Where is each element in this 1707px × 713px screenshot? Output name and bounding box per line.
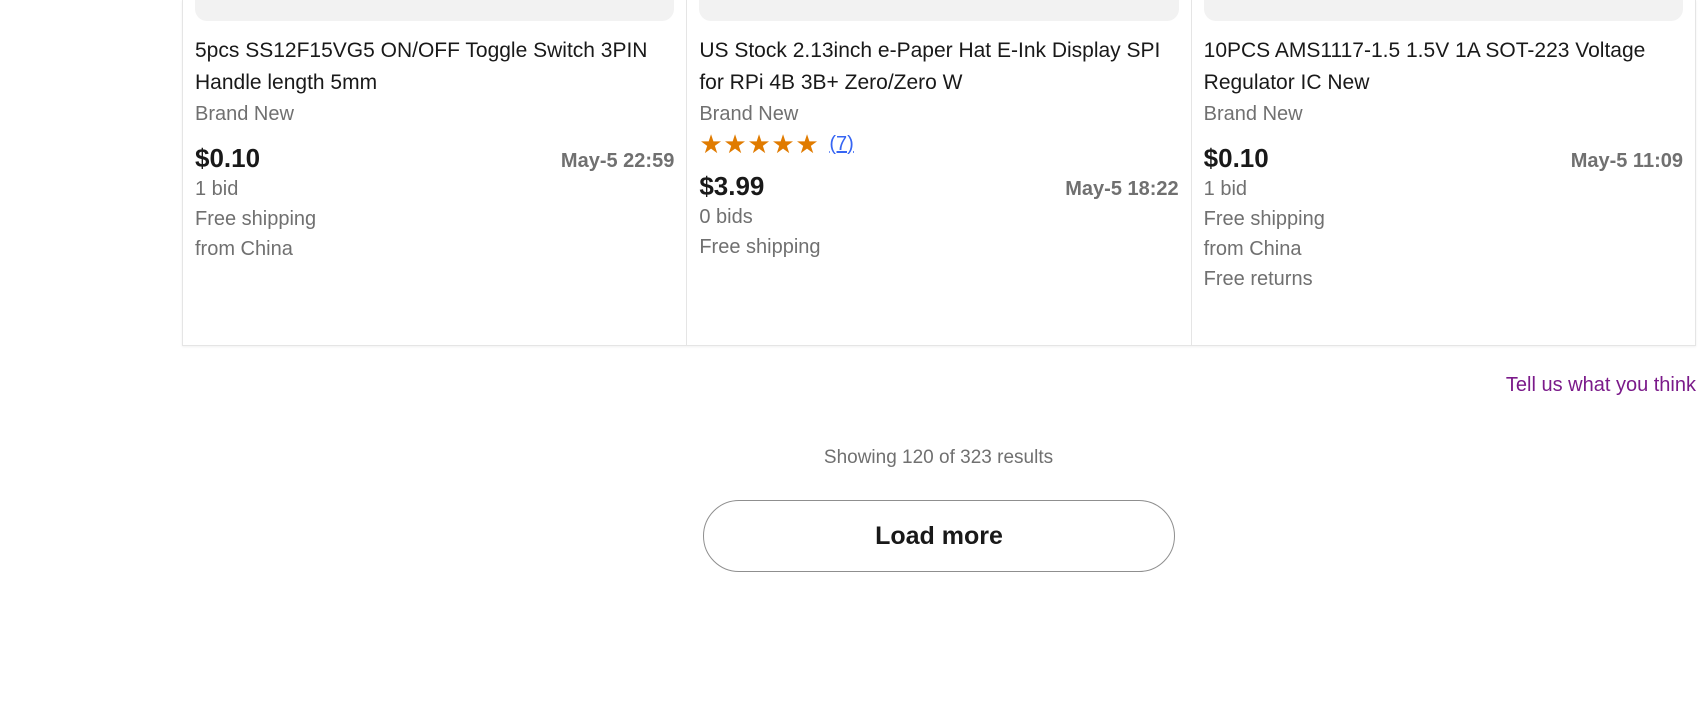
- star-icon: ★: [771, 129, 795, 159]
- listing-bids: 1 bid: [1203, 178, 1248, 200]
- listing-condition: Brand New: [195, 103, 294, 125]
- listing-image[interactable]: [195, 0, 675, 21]
- star-icon: ★: [747, 129, 771, 159]
- load-more-button[interactable]: Load more: [703, 500, 1175, 572]
- price-row: $0.10 May-5 11:09: [1204, 143, 1683, 174]
- listing-time-left: May-5 11:09: [1570, 150, 1683, 172]
- star-icon: ★: [699, 129, 723, 159]
- listing-image[interactable]: [1203, 0, 1683, 21]
- listing-location: from China: [195, 238, 293, 260]
- listing-card[interactable]: 10PCS AMS1117-1.5 1.5V 1A SOT-223 Voltag…: [1192, 0, 1695, 345]
- listing-price: $0.10: [1203, 143, 1269, 173]
- listing-time-left: May-5 18:22: [1065, 178, 1179, 200]
- listing-bids: 0 bids: [699, 206, 753, 228]
- results-count: Showing 120 of 323 results: [823, 447, 1054, 468]
- search-results-page: 5pcs SS12F15VG5 ON/OFF Toggle Switch 3PI…: [0, 0, 1707, 713]
- listing-shipping: Free shipping: [1203, 208, 1325, 230]
- listing-condition: Brand New: [1203, 103, 1303, 125]
- listing-shipping: Free shipping: [699, 236, 821, 258]
- listing-shipping: Free shipping: [195, 208, 317, 230]
- listing-card[interactable]: US Stock 2.13inch e-Paper Hat E-Ink Disp…: [687, 0, 1192, 345]
- listing-image[interactable]: [699, 0, 1179, 21]
- star-icon: ★: [723, 129, 747, 159]
- listing-grid: 5pcs SS12F15VG5 ON/OFF Toggle Switch 3PI…: [182, 0, 1696, 346]
- listing-price: $3.99: [699, 171, 765, 201]
- listing-time-left: May-5 22:59: [560, 150, 675, 172]
- listing-title[interactable]: US Stock 2.13inch e-Paper Hat E-Ink Disp…: [699, 35, 1178, 99]
- listing-rating: ★ ★ ★ ★ ★ (7): [699, 129, 1178, 159]
- listing-price: $0.10: [195, 143, 261, 173]
- star-icon: ★: [795, 129, 819, 159]
- review-count-link[interactable]: (7): [829, 133, 853, 156]
- listing-returns: Free returns: [1203, 268, 1313, 290]
- listing-bids: 1 bid: [195, 178, 239, 200]
- listing-title[interactable]: 5pcs SS12F15VG5 ON/OFF Toggle Switch 3PI…: [195, 35, 674, 99]
- listing-condition: Brand New: [699, 103, 799, 125]
- price-row: $0.10 May-5 22:59: [195, 143, 674, 174]
- listing-card[interactable]: 5pcs SS12F15VG5 ON/OFF Toggle Switch 3PI…: [183, 0, 688, 345]
- listing-location: from China: [1203, 238, 1302, 260]
- price-row: $3.99 May-5 18:22: [699, 171, 1178, 202]
- star-rating: ★ ★ ★ ★ ★: [699, 131, 819, 157]
- listing-title[interactable]: 10PCS AMS1117-1.5 1.5V 1A SOT-223 Voltag…: [1204, 35, 1683, 99]
- feedback-link[interactable]: Tell us what you think: [1506, 374, 1696, 397]
